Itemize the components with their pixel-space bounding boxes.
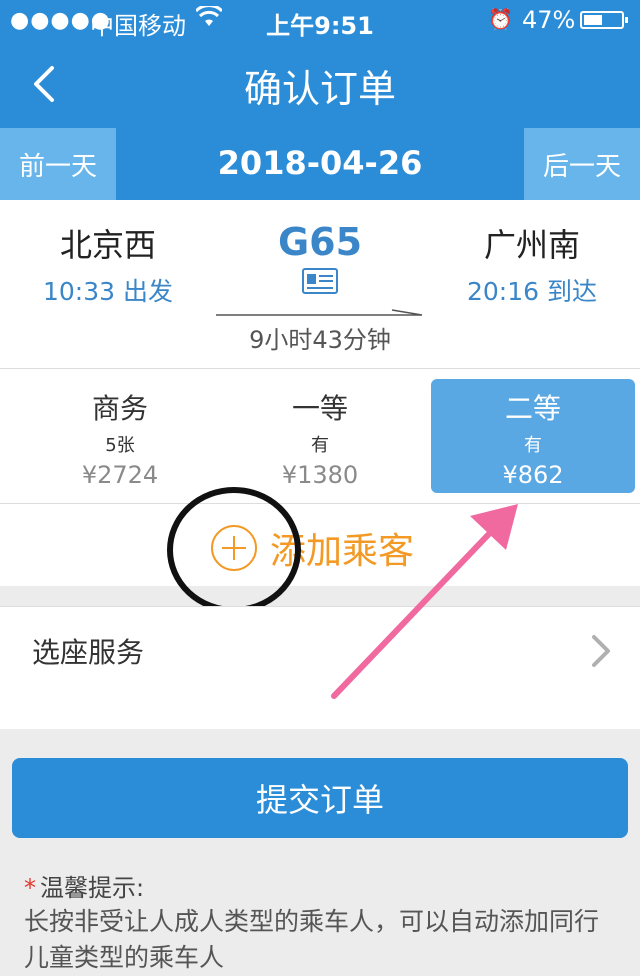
arrival-time: 20:16 到达: [467, 277, 597, 306]
departure-station: 北京西 10:33 出发: [8, 220, 208, 308]
timetable-icon[interactable]: [302, 268, 338, 298]
seat-price: ¥2724: [81, 461, 159, 489]
route-arrow: [216, 302, 424, 316]
submit-order-button[interactable]: 提交订单: [12, 758, 628, 838]
seat-availability: 有: [524, 435, 542, 456]
status-bar: ●●●●● 中国移动 上午9:51 ⏰ 47%: [0, 0, 640, 40]
tips-body: 长按非受让人成人类型的乘车人，可以自动添加同行儿童类型的乘车人: [24, 907, 600, 972]
seat-class-label: 二等: [504, 392, 561, 425]
seat-class-selector: 商务 5张 ¥2724 一等 有 ¥1380 二等 有 ¥862: [0, 369, 640, 504]
arrival-station: 广州南 20:16 到达: [432, 220, 632, 308]
alarm-icon: ⏰: [488, 7, 513, 31]
seat-option-business[interactable]: 商务 5张 ¥2724: [18, 379, 222, 493]
seat-availability: 5张: [105, 435, 135, 456]
next-day-button[interactable]: 后一天: [524, 128, 640, 200]
trip-duration: 9小时43分钟: [249, 326, 391, 354]
seat-class-label: 一等: [291, 392, 348, 425]
arrow-annotation: [320, 490, 540, 710]
tips-title: * 温馨提示:: [24, 868, 144, 903]
departure-station-name: 北京西: [59, 226, 156, 264]
chevron-right-icon: [590, 633, 612, 669]
seat-option-first-class[interactable]: 一等 有 ¥1380: [218, 379, 422, 493]
seat-availability: 有: [311, 435, 329, 456]
battery-percent: 47%: [522, 6, 576, 34]
departure-time: 10:33 出发: [43, 277, 173, 306]
seat-service-label: 选座服务: [32, 636, 145, 669]
tips-title-text: 温馨提示:: [40, 874, 145, 902]
battery-icon: [580, 11, 628, 29]
circle-annotation: [166, 486, 302, 614]
train-number: G65: [277, 220, 363, 264]
arrival-station-name: 广州南: [483, 226, 580, 264]
seat-class-label: 商务: [91, 392, 148, 425]
seat-price: ¥862: [502, 461, 564, 489]
date-bar: 前一天 2018-04-26 后一天: [0, 128, 640, 200]
required-star: *: [24, 874, 36, 902]
seat-option-second-class[interactable]: 二等 有 ¥862: [431, 379, 635, 493]
header: ●●●●● 中国移动 上午9:51 ⏰ 47% 确认订单: [0, 0, 640, 128]
seat-price: ¥1380: [281, 461, 359, 489]
page-title: 确认订单: [243, 67, 396, 111]
